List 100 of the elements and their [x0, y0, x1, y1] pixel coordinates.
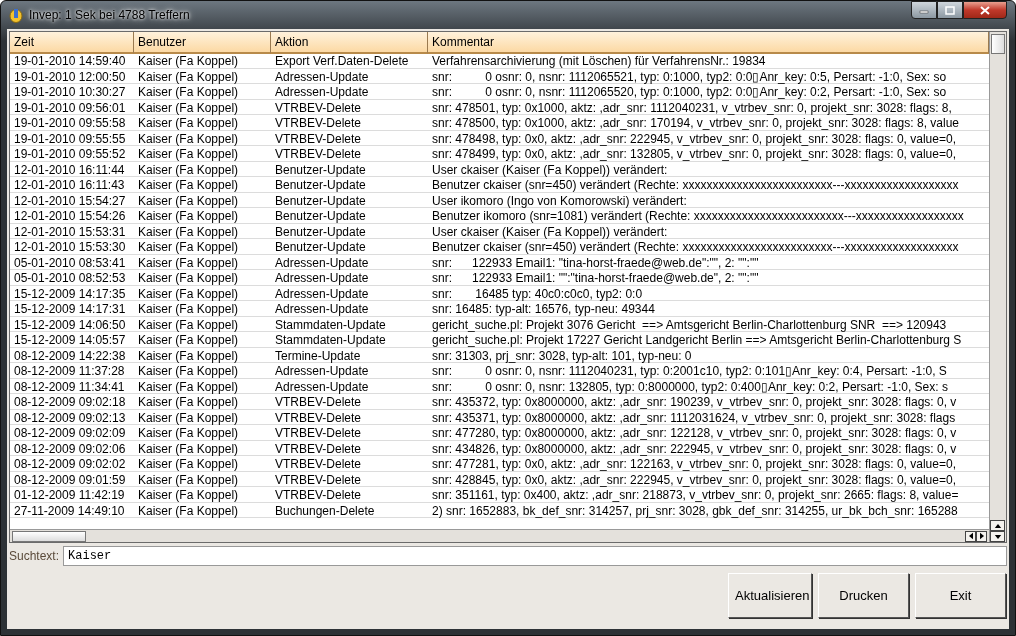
table-cell-text: Adressen-Update — [274, 270, 370, 286]
table-cell-text: 15-12-2009 14:05:57 — [13, 332, 127, 348]
table-cell-text: gericht_suche.pl: Projekt 17227 Gericht Landgericht Berlin ==> Amtsgericht Berlin-Charlottenburg S — [431, 332, 963, 348]
close-button[interactable] — [963, 1, 1007, 19]
table-cell-text: Kaiser (Fa Koppel) — [137, 208, 240, 224]
table-cell-text: 12-01-2010 15:54:27 — [13, 192, 127, 208]
table-cell-text: snr: 478499, typ: 0x0, aktz: ,adr_snr: 132805, v_vtrbev_snr: 0, projekt_snr: 3028: flags: 0, value=0, — [431, 146, 957, 162]
app-icon — [9, 7, 23, 23]
table-cell-text: 12-01-2010 15:54:26 — [13, 208, 127, 224]
table-cell-text: Kaiser (Fa Koppel) — [137, 332, 240, 348]
table-cell-text: 05-01-2010 08:53:41 — [13, 254, 127, 270]
table-cell-text: VTRBEV-Delete — [274, 394, 363, 410]
table-cell-text: Kaiser (Fa Koppel) — [137, 130, 240, 146]
table-cell-text: 08-12-2009 09:02:13 — [13, 409, 127, 425]
table-cell-text: Kaiser (Fa Koppel) — [137, 270, 240, 286]
table-cell-text: Kaiser (Fa Koppel) — [137, 440, 240, 456]
table-cell-text: Kaiser (Fa Koppel) — [137, 301, 240, 317]
table-cell-text: 2) snr: 1652883, bk_def_snr: 314257, prj_snr: 3028, gbk_def_snr: 314255, ur_bk_bch_snr: 165288 — [431, 502, 959, 518]
table-cell-text: snr: 477280, typ: 0x8000000, aktz: ,adr_snr: 122128, v_vtrbev_snr: 0, projekt_snr: 3028: flags: 0, v — [431, 425, 958, 441]
table-cell-text: Adressen-Update — [274, 378, 370, 394]
print-button[interactable]: Drucken — [818, 573, 909, 618]
table-cell-text: Kaiser (Fa Koppel) — [137, 254, 240, 270]
vertical-scrollbar[interactable] — [989, 32, 1006, 542]
table-cell-text: User ckaiser (Kaiser (Fa Koppel)) verändert: — [431, 223, 669, 239]
table-cell-text: Export Verf.Daten-Delete — [274, 53, 410, 69]
close-icon — [980, 5, 990, 15]
table-cell-text: 12-01-2010 15:53:30 — [13, 239, 127, 255]
table-cell-text: Benutzer ikomoro (snr=1081) verändert (Rechte: xxxxxxxxxxxxxxxxxxxxxxxxx---xxxxxxxxxxxxxxxxxx — [431, 208, 965, 224]
column-header[interactable]: Zeit — [10, 32, 134, 54]
table-cell-text: Adressen-Update — [274, 68, 370, 84]
window-title: Invep: 1 Sek bei 4788 Treffern — [29, 8, 191, 22]
table-cell-text: 15-12-2009 14:06:50 — [13, 316, 127, 332]
scroll-thumb[interactable] — [12, 530, 86, 542]
table-cell-text: Kaiser (Fa Koppel) — [137, 425, 240, 441]
maximize-icon — [945, 5, 955, 15]
table-cell-text: Kaiser (Fa Koppel) — [137, 239, 240, 255]
table-cell-text: VTRBEV-Delete — [274, 99, 363, 115]
table-cell-text: Kaiser (Fa Koppel) — [137, 192, 240, 208]
table-cell-text: 08-12-2009 09:02:06 — [13, 440, 127, 456]
table-cell-text: snr: 0 osnr: 0, nsnr: 1112040231, typ: 0:2001c10, typ2: 0:101▯Anr_key: 0:4, Persart: -1:0, S — [431, 363, 948, 379]
table-cell-text: Kaiser (Fa Koppel) — [137, 347, 240, 363]
table-cell-text: 08-12-2009 11:34:41 — [13, 378, 126, 394]
search-label: Suchtext: — [9, 549, 60, 563]
table-cell-text: 05-01-2010 08:52:53 — [13, 270, 127, 286]
table-cell-text: Benutzer-Update — [274, 161, 367, 177]
column-header[interactable]: Kommentar — [428, 32, 989, 54]
table-cell-text: 01-12-2009 11:42:19 — [13, 487, 126, 503]
table-cell-text: Benutzer-Update — [274, 239, 367, 255]
table-cell-text: Termine-Update — [274, 347, 362, 363]
table-cell-text: VTRBEV-Delete — [274, 440, 363, 456]
table-cell-text: VTRBEV-Delete — [274, 409, 363, 425]
table-cell-text: snr: 478498, typ: 0x0, aktz: ,adr_snr: 222945, v_vtrbev_snr: 0, projekt_snr: 3028: flags: 0, value=0, — [431, 130, 957, 146]
table-cell-text: 19-01-2010 09:56:01 — [13, 99, 127, 115]
scroll-thumb[interactable] — [991, 34, 1005, 54]
table-cell-text: 08-12-2009 11:37:28 — [13, 363, 126, 379]
table-cell-text: 08-12-2009 09:02:18 — [13, 394, 127, 410]
table-cell-text: snr: 434826, typ: 0x8000000, aktz: ,adr_snr: 222945, v_vtrbev_snr: 0, projekt_snr: 3028: flags: 0, v — [431, 440, 958, 456]
table-cell-text: snr: 16485 typ: 40c0:c0c0, typ2: 0:0 — [431, 285, 644, 301]
table-cell-text: snr: 351161, typ: 0x400, aktz: ,adr_snr: 218873, v_vtrbev_snr: 0, projekt_snr: 2665: flags: 8, value= — [431, 487, 960, 503]
horizontal-scrollbar[interactable] — [10, 529, 989, 542]
minimize-button[interactable] — [911, 1, 937, 19]
table-cell-text: User ikomoro (Ingo von Komorowski) verändert: — [431, 192, 688, 208]
table-cell-text: Kaiser (Fa Koppel) — [137, 146, 240, 162]
table-cell-text: Kaiser (Fa Koppel) — [137, 68, 240, 84]
search-field[interactable]: Kaiser — [63, 546, 1007, 566]
table-cell-text: snr: 122933 Email1: "":"tina-horst-fraede@web.de", 2: "":"" — [431, 270, 760, 286]
table-cell-text: VTRBEV-Delete — [274, 146, 363, 162]
table-cell-text: Benutzer-Update — [274, 177, 367, 193]
table-cell-text: Kaiser (Fa Koppel) — [137, 223, 240, 239]
table-cell-text: VTRBEV-Delete — [274, 115, 363, 131]
maximize-button[interactable] — [937, 1, 963, 19]
table-cell-text: 19-01-2010 12:00:50 — [13, 68, 127, 84]
column-header[interactable]: Aktion — [271, 32, 428, 54]
table-cell-text: Adressen-Update — [274, 363, 370, 379]
table-cell-text: Benutzer ckaiser (snr=450) verändert (Rechte: xxxxxxxxxxxxxxxxxxxxxxxxx---xxxxxxxxxxxxxxxxxxx — [431, 239, 960, 255]
table-cell-text: snr: 0 osnr: 0, nsnr: 1112065521, typ: 0:1000, typ2: 0:0▯Anr_key: 0:5, Persart: -1:0, Sex: so — [431, 68, 948, 84]
table-cell-text: Benutzer ckaiser (snr=450) verändert (Rechte: xxxxxxxxxxxxxxxxxxxxxxxxx---xxxxxxxxxxxxxxxxxxx — [431, 177, 960, 193]
table-cell-text: 19-01-2010 14:59:40 — [13, 53, 127, 69]
table-cell-text: 15-12-2009 14:17:35 — [13, 285, 127, 301]
table-cell-text: 27-11-2009 14:49:10 — [13, 502, 126, 518]
table-cell-text: VTRBEV-Delete — [274, 425, 363, 441]
table-cell-text: VTRBEV-Delete — [274, 471, 363, 487]
table-cell-text: VTRBEV-Delete — [274, 130, 363, 146]
table-cell-text: Adressen-Update — [274, 301, 370, 317]
table-cell-text: Kaiser (Fa Koppel) — [137, 487, 240, 503]
column-header[interactable]: Benutzer — [134, 32, 271, 54]
table-cell-text: 15-12-2009 14:17:31 — [13, 301, 127, 317]
table-cell-text: Stammdaten-Update — [274, 316, 387, 332]
table-cell-text: Kaiser (Fa Koppel) — [137, 115, 240, 131]
table-cell-text: snr: 31303, prj_snr: 3028, typ-alt: 101, typ-neu: 0 — [431, 347, 693, 363]
table-cell-text: Kaiser (Fa Koppel) — [137, 471, 240, 487]
table-cell-text: 19-01-2010 09:55:55 — [13, 130, 127, 146]
table-cell-text: Stammdaten-Update — [274, 332, 387, 348]
table-cell-text: Verfahrensarchivierung (mit Löschen) für VerfahrensNr.: 19834 — [431, 53, 767, 69]
table-cell-text: Adressen-Update — [274, 254, 370, 270]
exit-button[interactable]: Exit — [915, 573, 1006, 618]
refresh-button[interactable]: Aktualisieren — [728, 573, 812, 618]
table-cell-text: Kaiser (Fa Koppel) — [137, 285, 240, 301]
table-cell-text: Buchungen-Delete — [274, 502, 376, 518]
table-cell-text: Kaiser (Fa Koppel) — [137, 394, 240, 410]
